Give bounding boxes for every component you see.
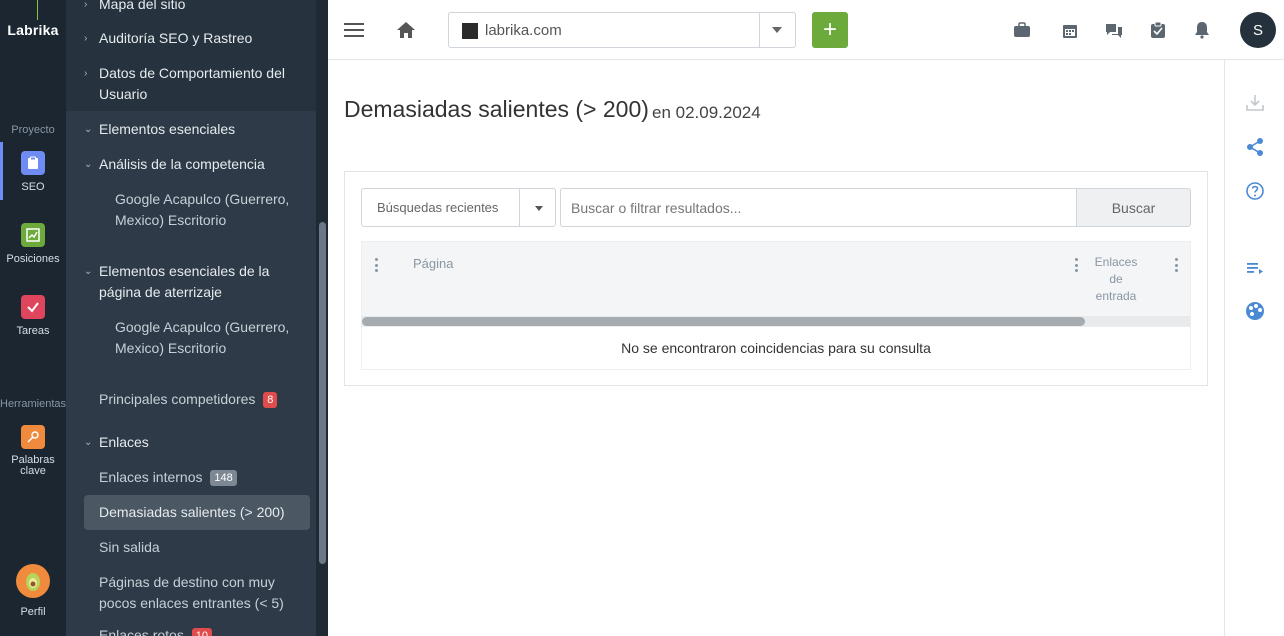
count-badge: 148 xyxy=(210,470,237,486)
sidebar-item-demasiadas-salientes[interactable]: Demasiadas salientes (> 200) xyxy=(99,502,285,523)
column-menu-icon[interactable] xyxy=(1172,258,1180,272)
sidebar-item-mapa-del-sitio[interactable]: › Mapa del sitio xyxy=(84,0,185,15)
search-input[interactable] xyxy=(560,188,1076,227)
rail-item-label: Perfil xyxy=(20,606,46,618)
logo-accent xyxy=(37,0,38,20)
rail-item-seo[interactable]: SEO xyxy=(0,151,66,193)
sidebar-item-landing-essentials[interactable]: ⌄ Elementos esenciales de la página de a… xyxy=(84,261,311,303)
recent-searches-label: Búsquedas recientes xyxy=(377,200,499,215)
app-logo[interactable]: Labrika xyxy=(0,22,66,38)
sidebar-item-comportamiento[interactable]: › Datos de Comportamiento del Usuario xyxy=(84,63,299,105)
rail-section-project: Proyecto xyxy=(11,124,55,136)
chevron-down-icon: ⌄ xyxy=(84,159,93,170)
chat-icon[interactable] xyxy=(1102,18,1126,42)
site-selector[interactable]: labrika.com xyxy=(448,12,796,48)
chevron-right-icon: › xyxy=(84,68,88,79)
empty-state-message: No se encontraron coincidencias para su … xyxy=(361,327,1191,370)
count-badge: 10 xyxy=(191,628,212,636)
chevron-right-icon: › xyxy=(84,33,88,44)
column-menu-icon[interactable] xyxy=(372,258,380,272)
table-header: Página Enlaces de entrada xyxy=(361,241,1191,327)
page-title: Demasiadas salientes (> 200) xyxy=(344,96,649,122)
recent-searches-dropdown[interactable]: Búsquedas recientes xyxy=(361,188,556,227)
rail-item-posiciones[interactable]: Posiciones xyxy=(0,223,66,265)
chevron-down-icon xyxy=(535,206,543,211)
top-bar: labrika.com + S xyxy=(328,0,1284,60)
sidebar-nav: › Mapa del sitio › Auditoría SEO y Rastr… xyxy=(66,0,328,636)
calendar-icon[interactable] xyxy=(1058,18,1082,42)
table-horizontal-scrollbar[interactable] xyxy=(362,316,1190,326)
clipboard-icon[interactable] xyxy=(1146,18,1170,42)
rail-item-label: Posiciones xyxy=(6,253,60,265)
page-date: en 02.09.2024 xyxy=(652,103,761,122)
site-selector-value: labrika.com xyxy=(485,22,562,39)
bell-icon[interactable] xyxy=(1190,18,1214,42)
rail-section-tools: Herramientas xyxy=(0,398,67,410)
rail-item-label: Tareas xyxy=(16,325,50,337)
sidebar-item-auditoria[interactable]: › Auditoría SEO y Rastreo xyxy=(84,28,252,49)
chevron-down-icon: ⌄ xyxy=(84,266,93,277)
sidebar-item-enlaces-internos[interactable]: Enlaces internos 148 xyxy=(99,467,237,488)
rail-item-label: Palabras clave xyxy=(11,454,55,477)
share-icon[interactable] xyxy=(1244,136,1266,158)
rail-item-perfil[interactable]: Perfil xyxy=(0,564,66,618)
column-header-page[interactable]: Página xyxy=(413,256,453,271)
key-icon xyxy=(21,425,45,449)
sidebar-item-enlaces-rotos[interactable]: Enlaces rotos 10 xyxy=(99,625,212,636)
count-badge: 8 xyxy=(263,392,278,408)
menu-icon[interactable] xyxy=(342,18,366,42)
help-icon[interactable] xyxy=(1244,180,1266,202)
check-icon xyxy=(21,295,45,319)
sidebar-item-competidores[interactable]: Principales competidores 8 xyxy=(99,389,278,410)
palette-icon[interactable] xyxy=(1244,300,1266,322)
sidebar-item-pocos-enlaces[interactable]: Páginas de destino con muy pocos enlaces… xyxy=(99,572,289,614)
sidebar-scroll-thumb[interactable] xyxy=(319,222,326,564)
list-icon[interactable] xyxy=(1244,257,1266,279)
chevron-down-icon: ⌄ xyxy=(84,124,93,135)
add-button[interactable]: + xyxy=(812,12,848,48)
sidebar-item-google-acapulco[interactable]: Google Acapulco (Guerrero, Mexico) Escri… xyxy=(115,317,305,359)
chevron-down-icon xyxy=(772,27,782,33)
rail-item-palabras-clave[interactable]: Palabras clave xyxy=(0,425,66,477)
site-logo xyxy=(462,23,478,39)
right-tool-rail xyxy=(1224,60,1284,636)
search-button[interactable]: Buscar xyxy=(1076,188,1191,227)
rail-item-tareas[interactable]: Tareas xyxy=(0,295,66,337)
app-rail: Labrika Proyecto SEO Posiciones Tareas H… xyxy=(0,0,66,636)
table-scroll-thumb[interactable] xyxy=(362,317,1085,326)
home-icon[interactable] xyxy=(394,18,418,42)
briefcase-icon[interactable] xyxy=(1010,18,1034,42)
user-avatar[interactable]: S xyxy=(1240,12,1276,48)
column-menu-icon[interactable] xyxy=(1072,258,1080,272)
sidebar-item-elementos-esenciales[interactable]: ⌄ Elementos esenciales xyxy=(84,119,235,140)
clipboard-icon xyxy=(21,151,45,175)
chart-icon xyxy=(21,223,45,247)
sidebar-item-enlaces[interactable]: ⌄ Enlaces xyxy=(84,432,149,453)
chevron-down-icon: ⌄ xyxy=(84,437,93,448)
chevron-right-icon: › xyxy=(84,0,88,10)
sidebar-item-sin-salida[interactable]: Sin salida xyxy=(99,537,160,558)
sidebar-item-google-acapulco[interactable]: Google Acapulco (Guerrero, Mexico) Escri… xyxy=(115,189,305,231)
avocado-icon xyxy=(16,564,50,598)
column-header-incoming-links[interactable]: Enlaces de entrada xyxy=(1088,254,1144,305)
rail-item-label: SEO xyxy=(21,181,45,193)
results-card: Búsquedas recientes Buscar Página Enlace… xyxy=(344,171,1208,386)
sidebar-item-competencia[interactable]: ⌄ Análisis de la competencia xyxy=(84,154,265,175)
download-icon[interactable] xyxy=(1244,92,1266,114)
